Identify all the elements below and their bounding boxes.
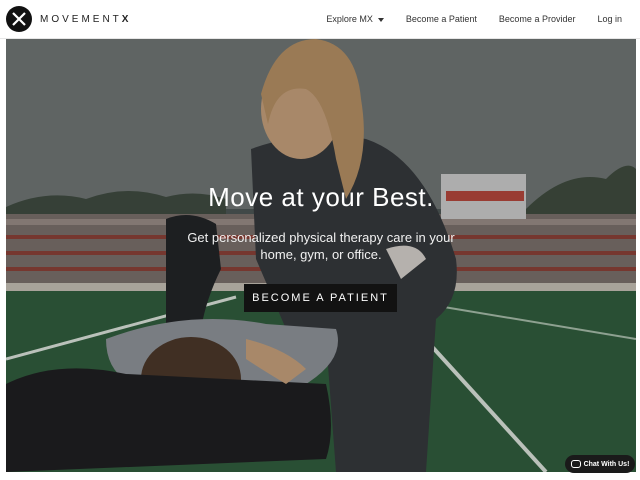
nav-login[interactable]: Log in (597, 14, 622, 24)
hero-section: Move at your Best. Get personalized phys… (6, 39, 636, 472)
logo-mark-icon (6, 6, 32, 32)
chat-bubble-icon (570, 460, 581, 468)
chat-with-us-button[interactable]: Chat With Us! (565, 455, 635, 473)
nav-explore-dropdown[interactable]: Explore MX (326, 14, 384, 24)
nav-links: Explore MX Become a Patient Become a Pro… (326, 0, 622, 38)
brand-logo[interactable]: MOVEMENTX (6, 6, 128, 32)
hero-subtitle: Get personalized physical therapy care i… (187, 230, 455, 262)
top-navigation: MOVEMENTX Explore MX Become a Patient Be… (0, 0, 640, 39)
nav-become-patient[interactable]: Become a Patient (406, 14, 477, 24)
become-patient-button[interactable]: BECOME A PATIENT (244, 284, 397, 312)
hero-title: Move at your Best. (208, 182, 434, 212)
chat-label: Chat With Us! (583, 460, 630, 468)
brand-name: MOVEMENTX (40, 13, 129, 25)
chevron-down-icon (377, 17, 384, 22)
nav-become-provider[interactable]: Become a Provider (499, 14, 576, 24)
